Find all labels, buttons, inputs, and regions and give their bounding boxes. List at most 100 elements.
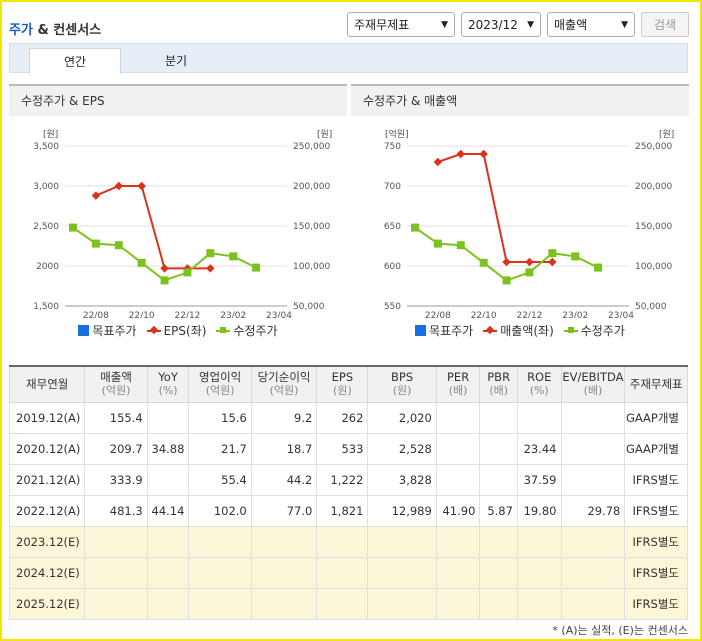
column-unit: (%) — [158, 384, 178, 398]
table-cell — [84, 556, 148, 589]
data-point[interactable] — [479, 149, 488, 159]
page-title-rest: & 컨센서스 — [32, 23, 102, 38]
column-label: EPS — [331, 370, 354, 385]
data-point[interactable] — [433, 157, 443, 167]
data-point[interactable] — [114, 241, 123, 250]
data-point[interactable] — [160, 276, 169, 285]
legend-sales[interactable]: 매출액(좌) — [483, 322, 554, 339]
data-point[interactable] — [183, 268, 192, 277]
table-cell: 5.87 — [479, 494, 518, 527]
chevron-down-icon: ▼ — [527, 19, 534, 30]
metric-select[interactable]: 매출액 ▼ — [547, 12, 635, 37]
right-axis-unit: [원] — [659, 129, 674, 140]
column-unit: (억원) — [205, 384, 235, 398]
table-cell: 15.6 — [188, 401, 252, 434]
table-cell — [479, 525, 518, 558]
chevron-down-icon: ▼ — [441, 19, 448, 30]
table-row: 2023.12(E) IFRS별도 — [8, 525, 688, 558]
data-point[interactable] — [502, 257, 511, 267]
data-point[interactable] — [548, 257, 557, 267]
data-point[interactable] — [206, 264, 215, 273]
square-icon — [78, 325, 90, 336]
data-point[interactable] — [137, 258, 146, 267]
data-point[interactable] — [206, 249, 215, 258]
legend-adjusted-price[interactable]: 수정주가 — [563, 322, 625, 339]
legend-adjusted-price[interactable]: 수정주가 — [216, 322, 278, 339]
data-point[interactable] — [114, 181, 124, 191]
table-body: 2019.12(A) 155.4 15.6 9.2 262 2,020 GAAP개별 2020… — [8, 401, 688, 620]
data-point[interactable] — [411, 223, 419, 232]
data-point[interactable] — [571, 252, 580, 261]
table-cell: 9.2 — [250, 401, 318, 434]
data-point[interactable] — [160, 264, 169, 273]
table-cell — [84, 587, 148, 620]
left-tick-label: 750 — [384, 142, 401, 152]
column-header: 매출액 (억원) — [84, 365, 148, 403]
column-unit: (배) — [489, 384, 509, 398]
data-point[interactable] — [91, 239, 100, 248]
column-header: EPS (원) — [316, 365, 369, 403]
statement-type-select[interactable]: 주재무제표 ▼ — [347, 12, 455, 37]
table-cell — [250, 587, 318, 620]
column-header: PBR (배) — [479, 365, 518, 403]
table-cell: 2025.12(E) — [8, 587, 86, 620]
tab-annual[interactable]: 연간 — [29, 48, 121, 74]
left-tick-label: 1,500 — [33, 302, 59, 312]
table-cell — [146, 525, 190, 558]
data-point[interactable] — [229, 252, 238, 261]
table-cell: 1,222 — [316, 463, 369, 496]
column-header: BPS (원) — [367, 365, 437, 403]
table-cell — [146, 556, 190, 589]
column-unit: (원) — [392, 384, 412, 398]
right-tick-label: 100,000 — [293, 262, 330, 272]
tab-quarterly[interactable]: 분기 — [130, 48, 222, 74]
data-point[interactable] — [433, 239, 442, 248]
table-cell: 18.7 — [250, 432, 318, 465]
data-point[interactable] — [479, 258, 488, 267]
table-cell — [435, 432, 481, 465]
data-point[interactable] — [456, 149, 466, 159]
chart-heading: 수정주가 & EPS — [9, 84, 347, 116]
data-point[interactable] — [525, 268, 534, 277]
table-cell: 2024.12(E) — [8, 556, 86, 589]
table-cell: 2022.12(A) — [8, 494, 86, 527]
table-cell: 262 — [316, 401, 369, 434]
data-point[interactable] — [594, 263, 603, 272]
period-select[interactable]: 2023/12 ▼ — [461, 12, 541, 37]
legend-target-price[interactable]: 목표주가 — [78, 322, 137, 339]
right-tick-label: 250,000 — [635, 142, 672, 152]
table-cell: IFRS별도 — [624, 494, 688, 527]
data-point[interactable] — [525, 257, 534, 267]
data-point[interactable] — [137, 181, 146, 191]
x-tick-label: 23/04 — [608, 311, 634, 318]
x-tick-label: 22/08 — [425, 311, 451, 318]
column-unit: (배) — [448, 384, 468, 398]
right-tick-label: 250,000 — [293, 142, 330, 152]
data-point[interactable] — [69, 223, 77, 232]
table-cell: 23.44 — [516, 432, 562, 465]
table-cell — [560, 432, 626, 465]
financial-table: 재무연월 매출액 (억원) YoY (%) 영업이익 (억원) 당기순이익 (억원) EPS (원)… — [8, 365, 688, 620]
search-button[interactable]: 검색 — [641, 12, 689, 37]
statement-type-value: 주재무제표 — [354, 18, 410, 32]
data-point[interactable] — [252, 263, 261, 272]
chart-eps: [원] [원] 1,500 2000 2,500 3,000 3,500 50,000 100,… — [33, 129, 332, 318]
chart-legend: 목표주가 매출액(좌) 수정주가 — [351, 322, 689, 339]
table-cell — [146, 587, 190, 620]
table-cell: 209.7 — [84, 432, 148, 465]
table-cell — [367, 587, 437, 620]
square-line-icon — [216, 325, 231, 336]
data-point[interactable] — [548, 249, 557, 258]
x-tick-label: 23/04 — [266, 311, 292, 318]
right-tick-label: 100,000 — [635, 262, 672, 272]
filter-controls: 주재무제표 ▼ 2023/12 ▼ 매출액 ▼ 검색 — [347, 12, 689, 37]
table-cell — [367, 556, 437, 589]
data-point[interactable] — [91, 191, 101, 200]
left-tick-label: 3,000 — [33, 182, 59, 192]
legend-eps[interactable]: EPS(좌) — [146, 322, 206, 339]
table-cell: IFRS별도 — [624, 463, 688, 496]
data-point[interactable] — [456, 241, 465, 250]
legend-target-price[interactable]: 목표주가 — [415, 322, 473, 339]
data-point[interactable] — [502, 276, 511, 285]
table-row: 2024.12(E) IFRS별도 — [8, 556, 688, 589]
